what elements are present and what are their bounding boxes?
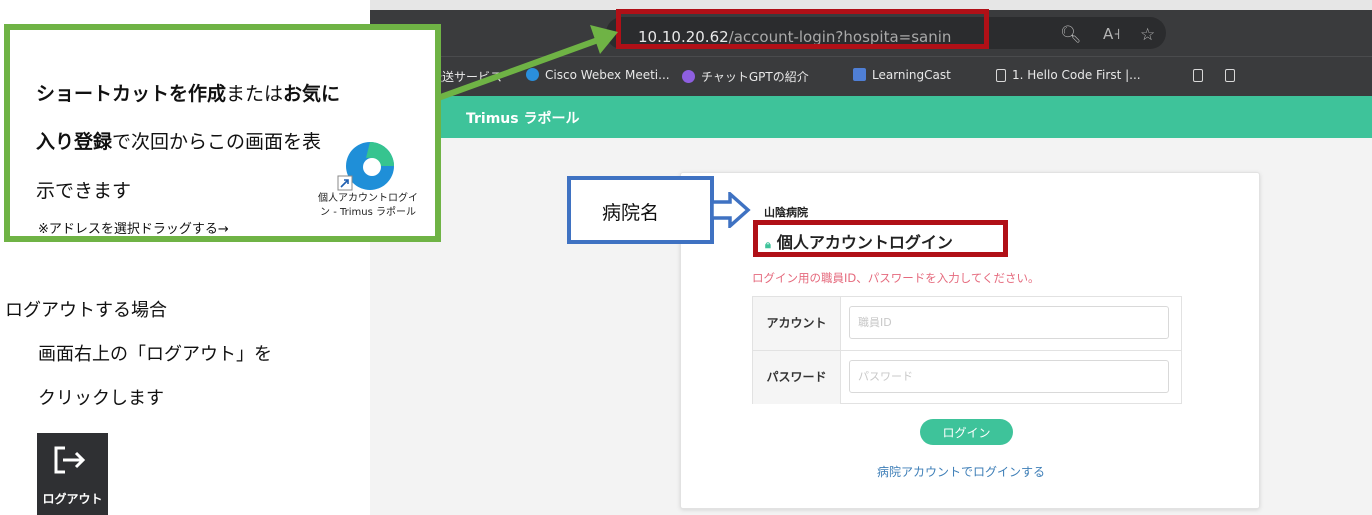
logout-instruction-line-2: クリックします	[38, 388, 164, 409]
login-form: アカウント パスワード	[752, 296, 1182, 404]
logout-button[interactable]: ログアウト	[37, 433, 108, 515]
logout-button-label: ログアウト	[42, 492, 103, 506]
password-row: パスワード	[753, 350, 1181, 404]
page-icon	[1225, 69, 1235, 82]
bookmark-item[interactable]: 1. Hello Code First |...	[996, 68, 1141, 82]
password-label: パスワード	[753, 351, 841, 404]
account-row: アカウント	[753, 297, 1181, 350]
account-input[interactable]	[849, 306, 1169, 339]
page-icon	[996, 69, 1006, 82]
chatgpt-icon	[682, 70, 695, 83]
arrow-to-url-icon	[436, 25, 618, 101]
login-button[interactable]: ログイン	[920, 419, 1013, 445]
bookmark-item[interactable]: LearningCast	[853, 68, 951, 82]
bookmark-item[interactable]	[1193, 68, 1209, 82]
callout-note: ※アドレスを選択ドラッグする→	[38, 222, 229, 237]
login-instruction: ログイン用の職員ID、パスワードを入力してください。	[752, 271, 1040, 285]
zoom-out-icon[interactable]: 🔍︎	[1060, 25, 1082, 45]
heading-highlight-box	[753, 220, 1008, 257]
hospital-name: 山陰病院	[764, 206, 808, 219]
logout-instruction-line-1: 画面右上の「ログアウト」を	[38, 344, 272, 365]
arrow-to-hospital-name-icon	[712, 192, 751, 228]
account-label: アカウント	[753, 297, 841, 350]
logout-heading: ログアウトする場合	[5, 300, 167, 321]
callout-line-2: 入り登録で次回からこの画面を表	[36, 132, 322, 153]
callout-line-3: 示できます	[36, 181, 132, 202]
url-highlight-box	[616, 9, 989, 49]
shortcut-caption: 個人アカウントログイン - Trimus ラポール	[318, 193, 418, 218]
app-title: Trimus ラポール	[466, 111, 580, 127]
password-input[interactable]	[849, 360, 1169, 393]
read-aloud-icon[interactable]: A˧	[1103, 25, 1121, 43]
bookmark-item[interactable]: チャットGPTの紹介	[682, 68, 809, 85]
bookmark-item[interactable]	[1225, 68, 1241, 82]
hospital-account-login-link[interactable]: 病院アカウントでログインする	[877, 463, 1045, 480]
edge-shortcut-icon	[337, 142, 394, 191]
page-icon	[1193, 69, 1203, 82]
learningcast-icon	[853, 68, 866, 81]
logout-icon	[54, 446, 86, 474]
favorite-star-icon[interactable]: ☆	[1140, 25, 1155, 45]
hospital-name-label: 病院名	[602, 202, 660, 224]
callout-line-1: ショートカットを作成またはお気に	[36, 84, 341, 105]
